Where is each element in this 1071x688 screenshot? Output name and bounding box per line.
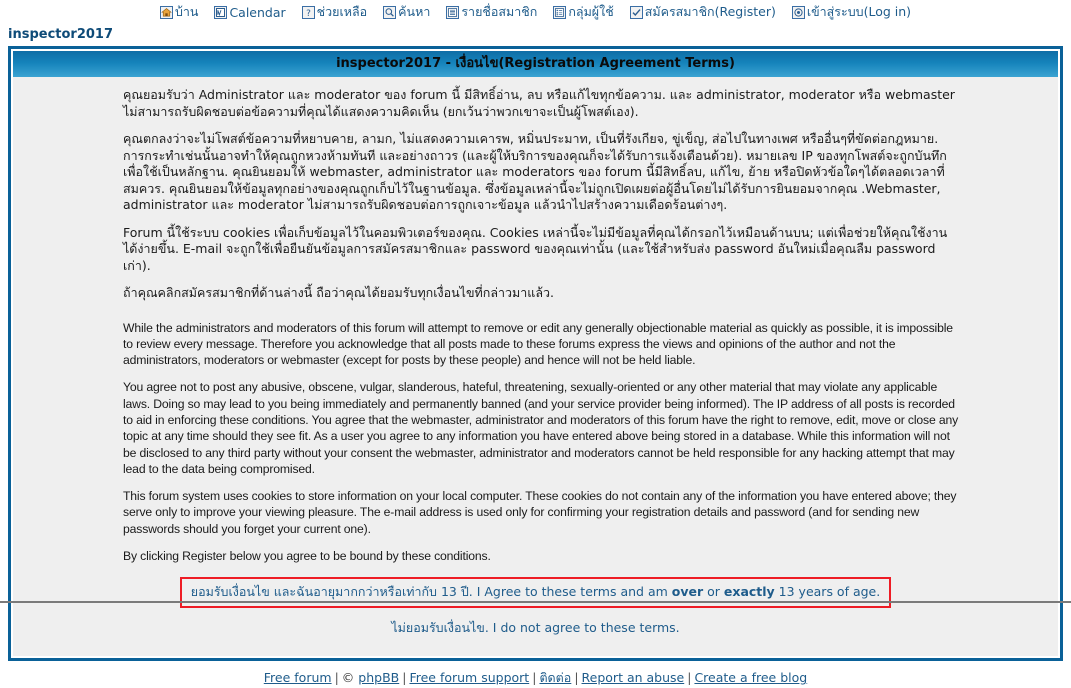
- panel-header-title: inspector2017 - เงื่อนไข(Registration Ag…: [13, 51, 1058, 77]
- footer-link-contact[interactable]: ติดต่อ: [539, 670, 571, 685]
- accept-terms-link[interactable]: ยอมรับเงื่อนไข และฉันอายุมากกว่าหรือเท่า…: [191, 584, 880, 599]
- search-icon: [383, 5, 397, 19]
- memberlist-icon: [446, 5, 460, 19]
- home-icon: [159, 5, 173, 19]
- terms-paragraph-en-1: While the administrators and moderators …: [123, 320, 953, 368]
- nav-item-label: ช่วยเหลือ: [316, 4, 368, 19]
- terms-paragraph-th-1: คุณยอมรับว่า Administrator และ moderator…: [123, 87, 955, 119]
- nav-item-label: รายชื่อสมาชิก: [461, 4, 538, 19]
- nav-item-login[interactable]: เข้าสู่ระบบ(Log in): [791, 2, 912, 22]
- accept-text-over: over: [671, 584, 704, 600]
- footer: Free forum | © phpBB | Free forum support | ติ…: [0, 661, 1071, 688]
- nav-item-home[interactable]: บ้าน: [159, 2, 199, 22]
- footer-link-free-forum-support[interactable]: Free forum support: [409, 670, 529, 685]
- agreement-panel: inspector2017 - เงื่อนไข(Registration Ag…: [8, 46, 1063, 662]
- footer-link-create-blog[interactable]: Create a free blog: [694, 670, 807, 685]
- usergroups-icon: [553, 5, 567, 19]
- login-icon: [791, 5, 805, 19]
- nav-item-label: สมัครสมาชิก(Register): [644, 4, 776, 19]
- agreement-body: คุณยอมรับว่า Administrator และ moderator…: [13, 77, 1058, 657]
- accept-text-part1: ยอมรับเงื่อนไข และฉันอายุมากกว่าหรือเท่า…: [190, 584, 672, 600]
- terms-paragraph-th-3: Forum นี้ใช้ระบบ cookies เพื่อเก็บข้อมูล…: [123, 224, 948, 273]
- nav-item-register[interactable]: สมัครสมาชิก(Register): [629, 2, 776, 22]
- nav-item-help[interactable]: ? ช่วยเหลือ: [301, 2, 368, 22]
- nav-item-memberlist[interactable]: รายชื่อสมาชิก: [446, 2, 537, 22]
- register-icon: [629, 5, 643, 19]
- accept-text-part2: or: [703, 584, 724, 600]
- nav-item-label: บ้าน: [174, 4, 199, 19]
- footer-link-free-forum[interactable]: Free forum: [264, 670, 332, 685]
- nav-item-label: กลุ่มผู้ใช้: [568, 4, 614, 19]
- decline-terms-container: ไม่ยอมรับเงื่อนไข. I do not agree to the…: [13, 608, 1058, 646]
- nav-item-calendar[interactable]: Calendar: [214, 4, 286, 20]
- footer-separator: |: [532, 670, 537, 686]
- accept-terms-highlight-box: ยอมรับเงื่อนไข และฉันอายุมากกว่าหรือเท่า…: [179, 577, 892, 609]
- terms-paragraph-th-4: ถ้าคุณคลิกสมัครสมาชิกที่ด้านล่างนี้ ถือว…: [123, 285, 554, 300]
- terms-paragraph-en-2: You agree not to post any abusive, obsce…: [123, 380, 959, 476]
- footer-separator: |: [574, 670, 579, 686]
- terms-paragraph-th-2: คุณตกลงว่าจะไม่โพสต์ข้อความที่หยาบคาย, ล…: [123, 131, 947, 212]
- footer-separator: |: [687, 670, 692, 686]
- decline-terms-link[interactable]: ไม่ยอมรับเงื่อนไข. I do not agree to the…: [391, 620, 679, 635]
- nav-item-label: ค้นหา: [398, 4, 431, 19]
- nav-item-usergroups[interactable]: กลุ่มผู้ใช้: [553, 2, 614, 22]
- footer-separator: |: [334, 670, 339, 686]
- help-icon: ?: [301, 5, 315, 19]
- terms-paragraph-en-3: This forum system uses cookies to store …: [123, 489, 957, 536]
- accept-text-part3: 13 years of age.: [774, 584, 881, 600]
- terms-paragraph-en-4: By clicking Register below you agree to …: [123, 549, 491, 564]
- nav-item-search[interactable]: ค้นหา: [383, 2, 430, 22]
- accept-text-exactly: exactly: [723, 584, 775, 600]
- footer-link-phpbb[interactable]: phpBB: [358, 670, 399, 685]
- svg-text:?: ?: [306, 8, 311, 18]
- nav-item-label: Calendar: [229, 4, 286, 20]
- copyright-symbol: ©: [341, 670, 355, 686]
- footer-link-report-abuse[interactable]: Report an abuse: [582, 670, 685, 685]
- top-navigation: บ้าน Calendar ? ช่วยเหลือ ค้นหา รายชื่อส…: [0, 0, 1071, 22]
- nav-item-label: เข้าสู่ระบบ(Log in): [806, 4, 912, 19]
- footer-separator: |: [402, 670, 407, 686]
- board-title: inspector2017: [8, 27, 114, 42]
- calendar-icon: [214, 5, 228, 19]
